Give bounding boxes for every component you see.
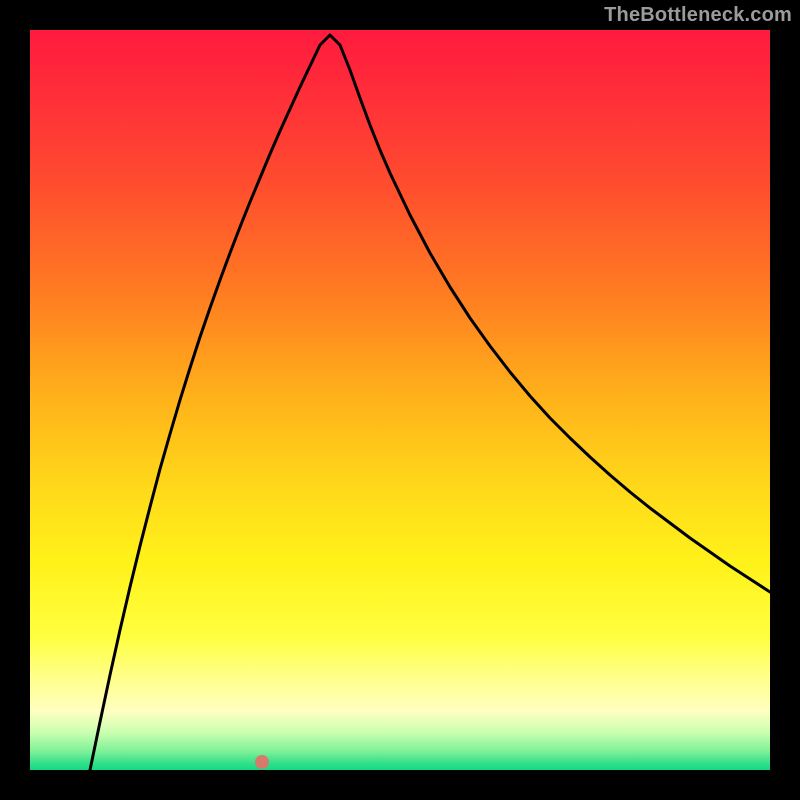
plot-area xyxy=(30,30,770,770)
bottleneck-curve xyxy=(90,35,770,770)
watermark-text: TheBottleneck.com xyxy=(604,4,792,27)
chart-frame: TheBottleneck.com xyxy=(0,0,800,800)
curve-svg xyxy=(30,30,770,770)
optimum-marker xyxy=(255,755,269,769)
